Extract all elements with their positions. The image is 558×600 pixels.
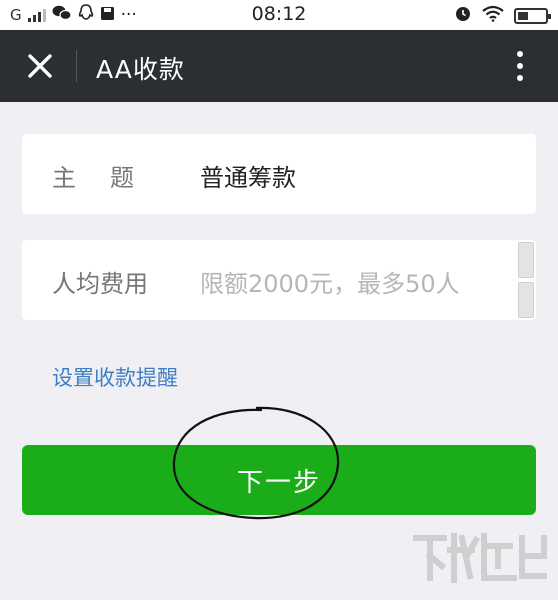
alarm-icon [454, 4, 472, 27]
subject-field[interactable]: 主题 普通筹款 [22, 134, 536, 214]
more-dot-icon [517, 51, 523, 57]
payment-reminder-link[interactable]: 设置收款提醒 [52, 362, 178, 392]
more-dot-icon [517, 63, 523, 69]
amount-label: 人均费用 [52, 270, 148, 298]
close-icon [28, 54, 52, 78]
close-button[interactable] [22, 48, 58, 84]
title-bar: AA收款 [0, 30, 558, 102]
spinner-down[interactable] [518, 282, 534, 318]
status-right [454, 4, 551, 27]
next-step-button[interactable]: 下一步 [22, 445, 536, 515]
spinner-up[interactable] [518, 242, 534, 278]
page-title: AA收款 [96, 55, 185, 84]
amount-input[interactable]: 限额2000元，最多50人 [200, 264, 460, 299]
subject-value[interactable]: 普通筹款 [200, 158, 296, 193]
watermark-logo [413, 533, 547, 583]
subject-label: 主题 [52, 164, 168, 192]
title-divider [76, 50, 77, 82]
input-spinner[interactable] [518, 242, 534, 318]
battery-icon [514, 7, 551, 24]
more-dot-icon [517, 75, 523, 81]
wifi-icon [482, 5, 504, 27]
status-bar: G ··· 08:12 [0, 0, 558, 30]
more-menu-button[interactable] [510, 48, 530, 84]
amount-field[interactable]: 人均费用 限额2000元，最多50人 [22, 240, 536, 320]
app-screen: G ··· 08:12 AA收款 主题 普通筹款 人均费用 限额2000元，最多… [0, 0, 558, 600]
